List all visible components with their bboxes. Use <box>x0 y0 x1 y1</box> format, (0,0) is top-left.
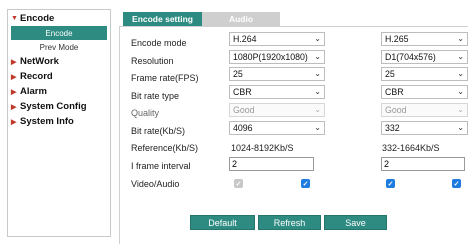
nav-group-label: Encode <box>20 13 55 24</box>
chevron-down-icon: ⌄ <box>457 123 464 132</box>
nav-item-encode[interactable]: Encode <box>11 26 107 40</box>
collapse-arrow-icon: ▶ <box>11 118 17 126</box>
sub-encode-mode-select[interactable]: H.265 ⌄ <box>381 32 468 46</box>
expand-arrow-icon: ▼ <box>11 15 18 22</box>
selected-value: Good <box>233 105 255 115</box>
chevron-down-icon: ⌄ <box>457 34 464 43</box>
selected-value: D1(704x576) <box>385 52 436 62</box>
sub-audio-checkbox[interactable]: ✓ <box>452 179 461 188</box>
bit-rate-type-label: Bit rate type <box>131 91 180 101</box>
sub-bit-rate-select[interactable]: 332 ⌄ <box>381 121 468 135</box>
nav-group-network[interactable]: ▶ NetWork <box>8 54 110 69</box>
sub-video-checkbox[interactable]: ✓ <box>386 179 395 188</box>
main-frame-rate-select[interactable]: 25 ⌄ <box>229 67 325 81</box>
selected-value: Good <box>385 105 407 115</box>
chevron-down-icon: ⌄ <box>314 34 321 43</box>
nav-group-label: System Config <box>20 101 87 112</box>
selected-value: CBR <box>233 87 252 97</box>
main-bit-rate-type-select[interactable]: CBR ⌄ <box>229 85 325 99</box>
frame-rate-label: Frame rate(FPS) <box>131 73 199 83</box>
encode-mode-label: Encode mode <box>131 38 187 48</box>
selected-value: 4096 <box>233 123 253 133</box>
main-video-checkbox: ✓ <box>234 179 243 188</box>
sub-quality-select: Good ⌄ <box>381 103 468 117</box>
nav-group-system-info[interactable]: ▶ System Info <box>8 114 110 129</box>
main-reference-value: 1024-8192Kb/S <box>231 143 294 153</box>
chevron-down-icon: ⌄ <box>457 69 464 78</box>
main-bit-rate-select[interactable]: 4096 ⌄ <box>229 121 325 135</box>
sub-i-frame-interval-input[interactable] <box>381 157 465 171</box>
selected-value: 332 <box>385 123 400 133</box>
reference-label: Reference(Kb/S) <box>131 143 199 153</box>
sub-resolution-select[interactable]: D1(704x576) ⌄ <box>381 50 468 64</box>
sidebar-nav: ▼ Encode Encode Prev Mode ▶ NetWork ▶ Re… <box>7 9 111 237</box>
chevron-down-icon: ⌄ <box>314 123 321 132</box>
nav-group-encode[interactable]: ▼ Encode <box>8 11 110 26</box>
main-encode-mode-select[interactable]: H.264 ⌄ <box>229 32 325 46</box>
chevron-down-icon: ⌄ <box>457 87 464 96</box>
selected-value: H.264 <box>233 34 257 44</box>
chevron-down-icon: ⌄ <box>457 105 464 114</box>
settings-tabs: Encode setting Audio <box>123 12 280 26</box>
i-frame-interval-label: I frame interval <box>131 161 191 171</box>
chevron-down-icon: ⌄ <box>314 69 321 78</box>
nav-group-label: Record <box>20 71 53 82</box>
save-button[interactable]: Save <box>324 215 387 230</box>
collapse-arrow-icon: ▶ <box>11 103 17 111</box>
main-quality-select: Good ⌄ <box>229 103 325 117</box>
chevron-down-icon: ⌄ <box>314 87 321 96</box>
collapse-arrow-icon: ▶ <box>11 58 17 66</box>
main-audio-checkbox[interactable]: ✓ <box>301 179 310 188</box>
selected-value: H.265 <box>385 34 409 44</box>
selected-value: 25 <box>385 69 395 79</box>
collapse-arrow-icon: ▶ <box>11 73 17 81</box>
selected-value: 25 <box>233 69 243 79</box>
tab-audio[interactable]: Audio <box>202 12 280 26</box>
nav-group-label: System Info <box>20 116 74 127</box>
nav-group-label: Alarm <box>20 86 47 97</box>
tab-encode-setting[interactable]: Encode setting <box>123 12 202 26</box>
refresh-button[interactable]: Refresh <box>258 215 321 230</box>
default-button[interactable]: Default <box>190 215 255 230</box>
sub-reference-value: 332-1664Kb/S <box>382 143 440 153</box>
nav-group-label: NetWork <box>20 56 59 67</box>
bit-rate-label: Bit rate(Kb/S) <box>131 126 186 136</box>
chevron-down-icon: ⌄ <box>457 52 464 61</box>
resolution-label: Resolution <box>131 56 174 66</box>
chevron-down-icon: ⌄ <box>314 105 321 114</box>
sub-bit-rate-type-select[interactable]: CBR ⌄ <box>381 85 468 99</box>
nav-group-system-config[interactable]: ▶ System Config <box>8 99 110 114</box>
nav-group-record[interactable]: ▶ Record <box>8 69 110 84</box>
chevron-down-icon: ⌄ <box>313 52 321 61</box>
main-i-frame-interval-input[interactable] <box>229 157 314 171</box>
selected-value: CBR <box>385 87 404 97</box>
quality-label: Quality <box>131 108 160 118</box>
sub-frame-rate-select[interactable]: 25 ⌄ <box>381 67 468 81</box>
collapse-arrow-icon: ▶ <box>11 88 17 96</box>
nav-group-alarm[interactable]: ▶ Alarm <box>8 84 110 99</box>
selected-value: 1080P(1920x1080) <box>233 52 308 62</box>
nav-item-prev-mode[interactable]: Prev Mode <box>11 40 107 54</box>
video-audio-label: Video/Audio <box>131 179 180 189</box>
main-resolution-select[interactable]: 1080P(1920x1080) ⌄ <box>229 50 325 64</box>
